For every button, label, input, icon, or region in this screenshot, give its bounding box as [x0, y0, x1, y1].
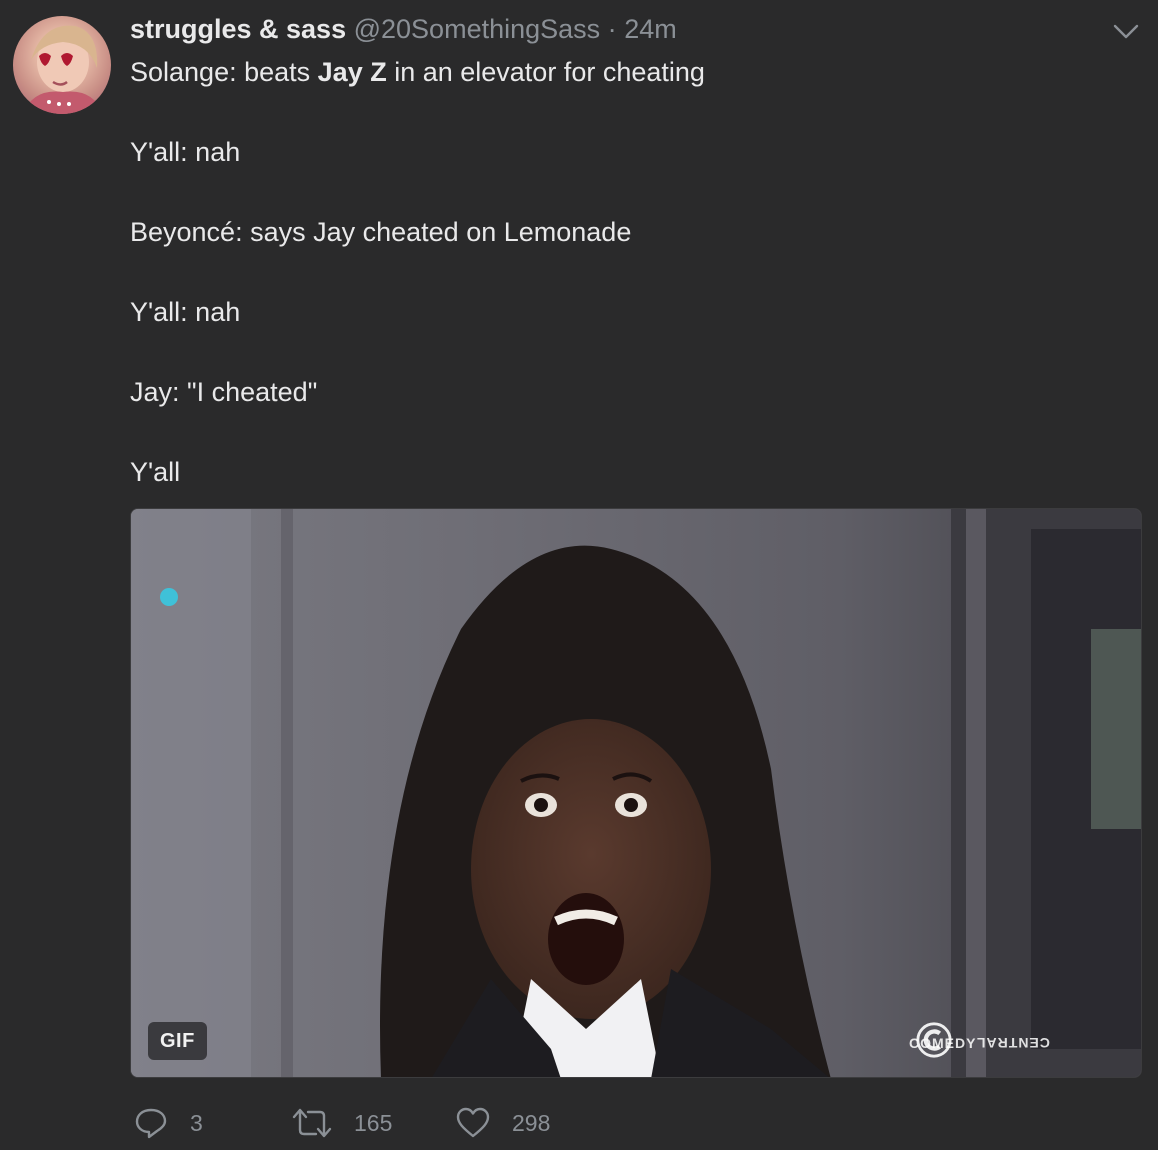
timestamp[interactable]: 24m	[624, 14, 677, 44]
tweet-line-5: Jay: "I cheated"	[130, 377, 318, 407]
tweet-text: Solange: beats Jay Z in an elevator for …	[130, 52, 705, 492]
watermark-right-text: CENTRAL	[976, 1035, 1051, 1051]
heart-icon	[456, 1107, 490, 1138]
tweet-line-4: Y'all: nah	[130, 297, 241, 327]
reply-count: 3	[190, 1109, 203, 1136]
network-watermark: COMEDY CENTRAL	[909, 1021, 1050, 1065]
bold-mention: Jay Z	[317, 57, 387, 87]
author-name[interactable]: struggles & sass	[130, 14, 346, 44]
chevron-down-icon[interactable]	[1110, 18, 1142, 44]
author-handle[interactable]: @20SomethingSass	[354, 14, 601, 44]
tweet-line-6: Y'all	[130, 457, 181, 487]
reply-button[interactable]: 3	[134, 1100, 203, 1146]
tweet-actions: 3 165 298	[134, 1100, 734, 1146]
like-button[interactable]: 298	[456, 1100, 550, 1146]
gif-frame	[131, 509, 1141, 1077]
retweet-icon	[292, 1108, 332, 1138]
gif-badge: GIF	[148, 1022, 207, 1060]
tweet-header: struggles & sass @20SomethingSass · 24m	[130, 12, 677, 46]
tweet-line-2: Y'all: nah	[130, 137, 241, 167]
reply-icon	[135, 1108, 167, 1139]
tweet[interactable]: struggles & sass @20SomethingSass · 24m …	[0, 0, 1158, 1150]
tweet-line-1: Solange: beats Jay Z in an elevator for …	[130, 57, 705, 87]
avatar[interactable]	[13, 16, 111, 114]
comedy-central-logo	[916, 1022, 952, 1058]
like-count: 298	[512, 1109, 551, 1136]
retweet-count: 165	[354, 1109, 393, 1136]
separator: ·	[607, 14, 617, 44]
tweet-line-3: Beyoncé: says Jay cheated on Lemonade	[130, 217, 632, 247]
retweet-button[interactable]: 165	[292, 1100, 392, 1146]
gif-media[interactable]: GIF COMEDY CENTRAL	[130, 508, 1142, 1078]
